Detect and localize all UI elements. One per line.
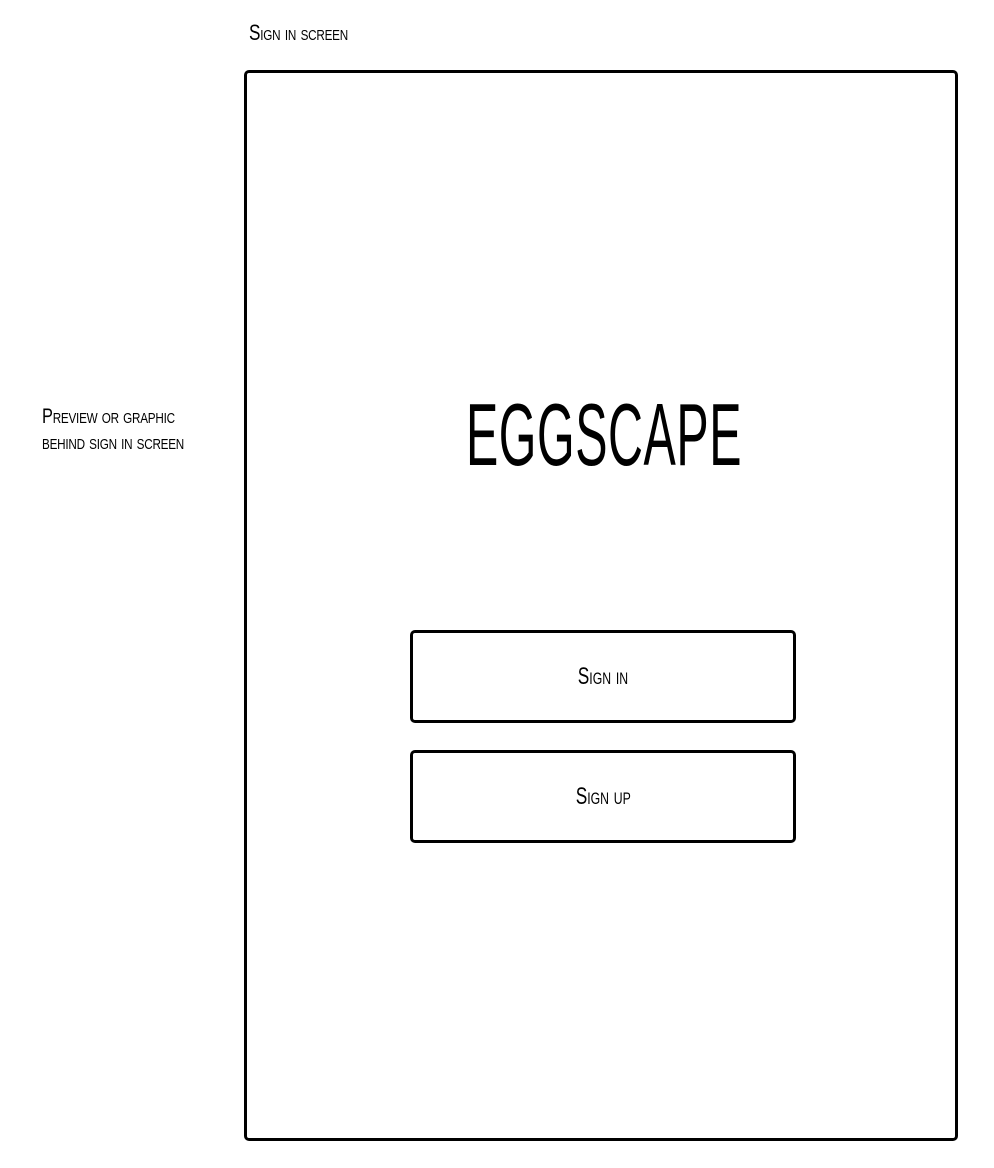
sign-up-button[interactable]: Sign up bbox=[410, 750, 796, 843]
sign-in-screen-frame: EGGSCAPE Sign in Sign up bbox=[244, 70, 958, 1141]
side-note: Preview or graphic behind sign in screen bbox=[42, 404, 184, 456]
side-note-line-1: Preview or graphic bbox=[42, 405, 175, 428]
sign-in-button[interactable]: Sign in bbox=[410, 630, 796, 723]
sign-up-button-label: Sign up bbox=[575, 782, 631, 810]
screen-label: Sign in screen bbox=[249, 20, 348, 45]
sign-in-button-label: Sign in bbox=[577, 662, 629, 690]
app-title: EGGSCAPE bbox=[465, 385, 743, 484]
side-note-line-2: behind sign in screen bbox=[42, 431, 185, 454]
